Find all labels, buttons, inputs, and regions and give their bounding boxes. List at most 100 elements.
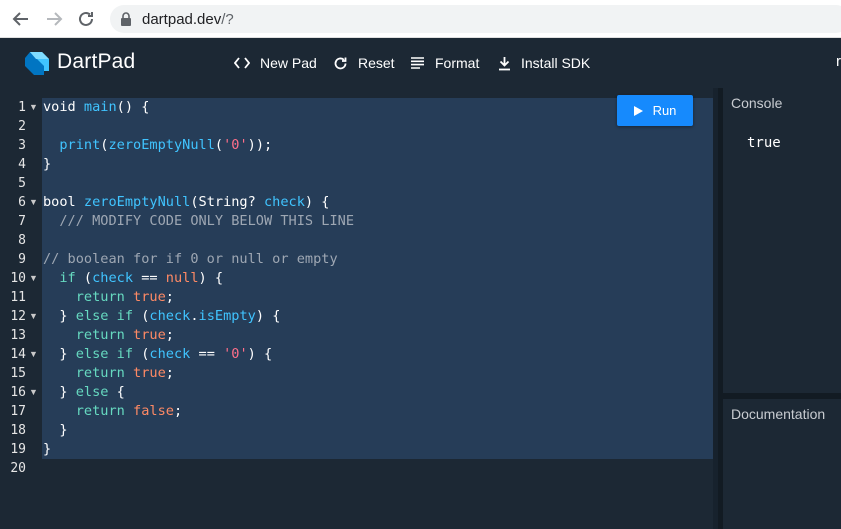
fold-toggle-icon[interactable]: ▼ (29, 269, 39, 288)
code-line: // boolean for if 0 or null or empty (43, 250, 338, 269)
lock-icon (121, 12, 131, 26)
code-token: ; (173, 403, 183, 419)
code-token: } (43, 441, 52, 457)
console-panel: Console true (723, 88, 841, 393)
code-token: null (165, 270, 199, 286)
line-number: 15 (10, 366, 26, 381)
new-pad-label: New Pad (260, 55, 317, 71)
url-host: dartpad.dev (142, 11, 222, 28)
code-token: check (149, 346, 191, 362)
line-number: 11 (10, 290, 26, 305)
fold-toggle-icon[interactable]: ▼ (29, 345, 39, 364)
code-token: main (83, 99, 117, 115)
code-token: == (133, 270, 166, 286)
fold-toggle-icon[interactable]: ▼ (29, 193, 39, 212)
arrow-right-icon (47, 12, 63, 26)
app-header: DartPad New Pad Reset Format Install SDK… (0, 38, 841, 88)
code-line: return false; (43, 402, 182, 421)
line-number: 2 (18, 119, 26, 134)
refresh-icon (334, 57, 347, 69)
code-line: print(zeroEmptyNull('0')); (43, 136, 272, 155)
address-bar[interactable]: dartpad.dev/? (110, 5, 841, 33)
url-path: /? (221, 11, 234, 28)
reset-button[interactable]: Reset (333, 53, 395, 73)
code-line: if (check == null) { (43, 269, 223, 288)
line-number: 1 (18, 100, 26, 115)
fold-toggle-icon[interactable]: ▼ (29, 383, 39, 402)
code-token: { (108, 384, 125, 400)
run-button[interactable]: Run (617, 95, 693, 126)
code-token: ) { (198, 270, 224, 286)
line-number: 6 (18, 195, 26, 210)
back-button[interactable] (11, 9, 31, 29)
code-line: } (43, 155, 51, 174)
dart-logo-icon (25, 52, 49, 75)
code-token: check (92, 270, 134, 286)
code-token: true (133, 365, 166, 381)
documentation-panel: Documentation (723, 399, 841, 529)
code-line: return true; (43, 326, 174, 345)
code-token: . (190, 308, 199, 324)
code-token: else if (75, 346, 134, 362)
line-number: 17 (10, 404, 26, 419)
code-token: } (43, 384, 76, 400)
forward-button[interactable] (44, 9, 64, 29)
code-token: ( (214, 137, 224, 153)
fold-toggle-icon[interactable]: ▼ (29, 307, 39, 326)
code-token: false (133, 403, 174, 419)
code-token: else (75, 384, 109, 400)
line-number: 12 (10, 309, 26, 324)
code-token: ; (165, 365, 174, 381)
code-brackets-icon (234, 57, 250, 69)
fold-toggle-icon[interactable]: ▼ (29, 98, 39, 117)
code-token: check (264, 194, 305, 210)
code-line: } (43, 421, 67, 440)
line-number: 5 (18, 176, 26, 191)
code-line: return true; (43, 288, 174, 307)
reload-button[interactable] (76, 9, 96, 29)
line-number: 8 (18, 233, 26, 248)
line-number: 19 (10, 442, 26, 457)
line-number: 9 (18, 252, 26, 267)
code-line: /// MODIFY CODE ONLY BELOW THIS LINE (43, 212, 354, 231)
code-editor[interactable]: 1 ▼ 2 3 4 5 6 ▼ 7 8 9 10 ▼ 11 12 ▼ 13 14 ▼ 15 16 ▼ 17 18 19 20 vo… (0, 88, 718, 529)
line-number: 14 (10, 347, 26, 362)
code-token: return (75, 365, 125, 381)
code-token: '0' (223, 137, 248, 153)
line-number: 3 (18, 138, 26, 153)
line-number: 10 (10, 271, 26, 286)
code-token: isEmpty (198, 308, 256, 324)
code-token: } (43, 308, 76, 324)
download-icon (499, 56, 510, 70)
format-button[interactable]: Format (410, 53, 479, 73)
code-token: ) { (304, 194, 330, 210)
reset-label: Reset (358, 55, 395, 71)
url-text: dartpad.dev/? (142, 11, 234, 28)
console-title: Console (731, 95, 783, 111)
code-token: == (190, 346, 224, 362)
code-token: else if (75, 308, 134, 324)
line-number: 4 (18, 157, 26, 172)
install-sdk-button[interactable]: Install SDK (498, 53, 590, 73)
code-token: print (59, 137, 101, 153)
code-token: } (43, 156, 52, 172)
code-token: ; (165, 289, 174, 305)
new-pad-button[interactable]: New Pad (234, 53, 317, 73)
truncated-header-text: r (836, 53, 841, 70)
reload-icon (79, 11, 93, 26)
code-token: zeroEmptyNull (108, 137, 215, 153)
code-token: bool (43, 194, 84, 210)
code-token: /// MODIFY CODE ONLY BELOW THIS LINE (43, 213, 354, 229)
code-token: zeroEmptyNull (83, 194, 191, 210)
run-label: Run (652, 103, 677, 118)
code-token: (String? (190, 194, 264, 210)
code-token: // boolean for if 0 or null or empty (43, 251, 338, 267)
code-token: ) { (255, 308, 281, 324)
code-token: if (59, 270, 76, 286)
code-token: return (75, 289, 125, 305)
